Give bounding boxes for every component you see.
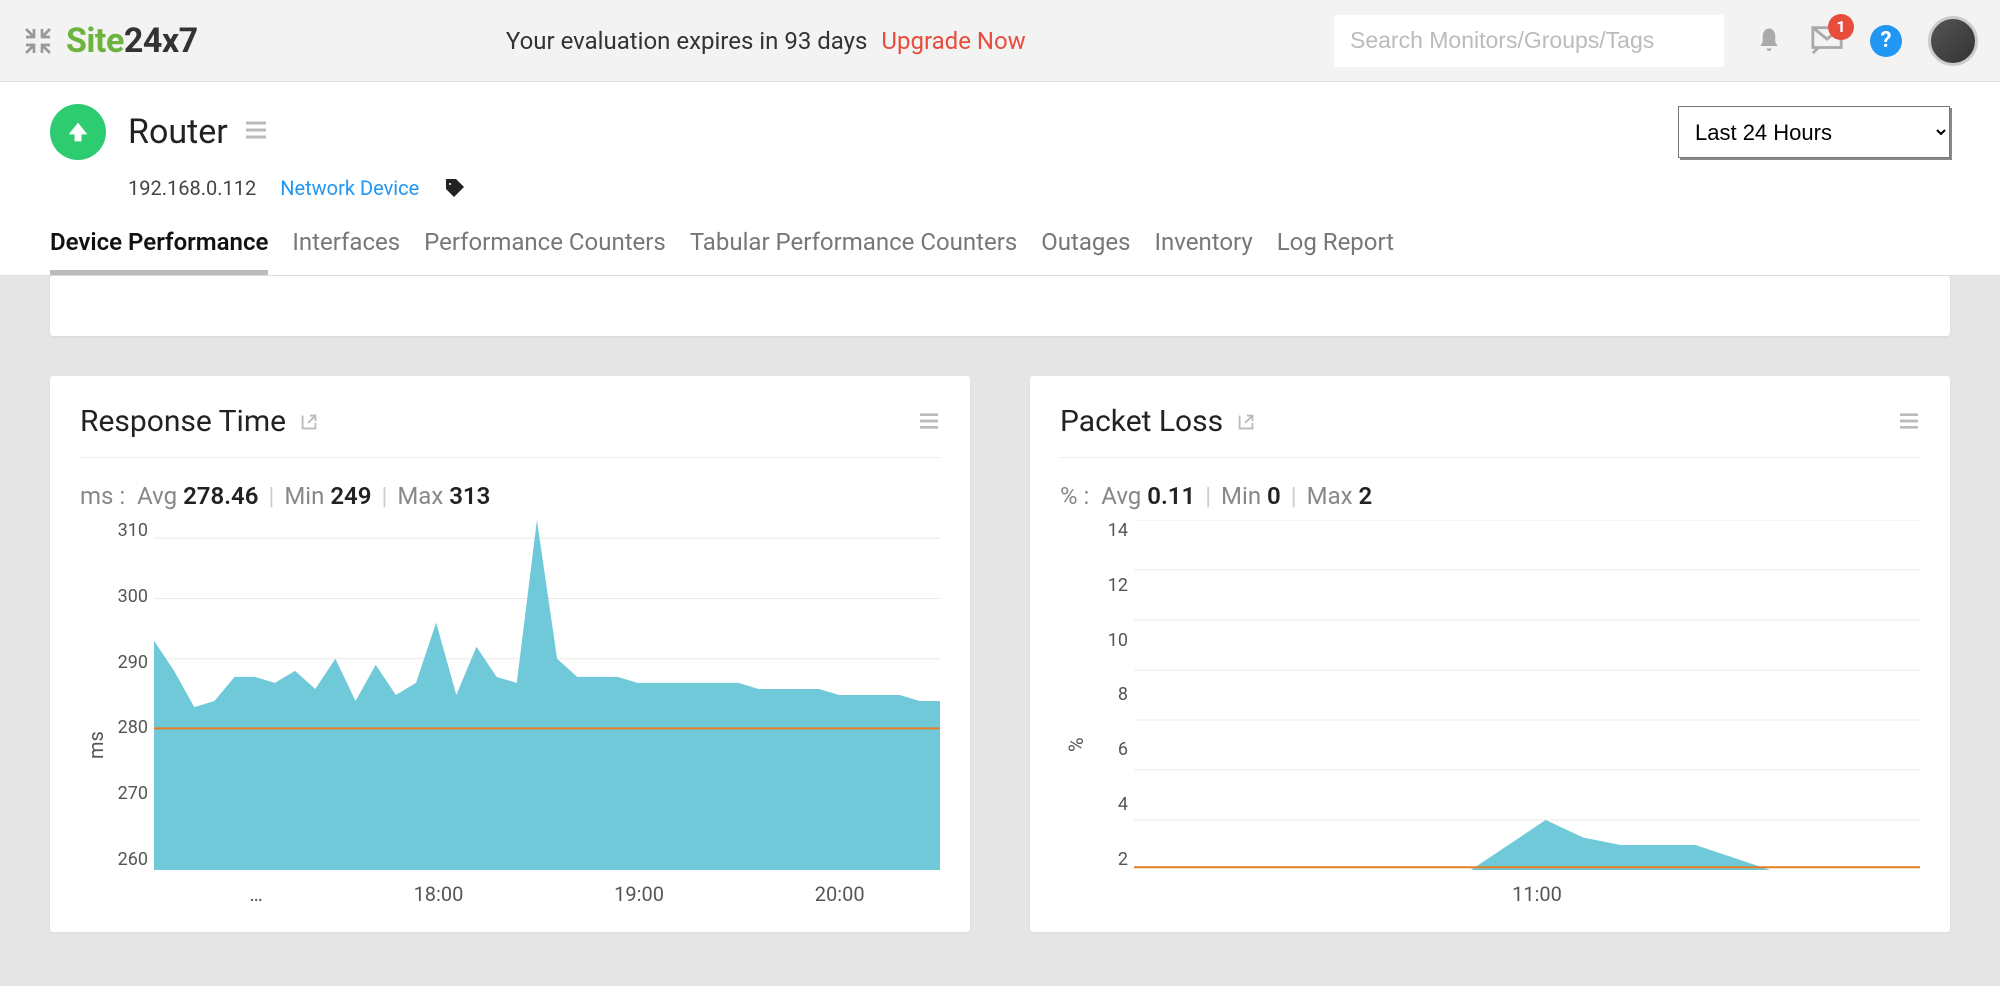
max-value: 313 [449,482,490,510]
title-row: Router Last 24 Hours [50,104,1950,160]
tab-outages[interactable]: Outages [1041,228,1130,275]
plot-area: 11:00 [1134,520,1920,910]
collapse-icon[interactable] [22,25,54,57]
popout-icon[interactable] [298,411,320,433]
card-menu-icon[interactable] [918,408,940,436]
y-axis-ticks: 310300290280270260 [108,520,148,910]
bell-icon[interactable] [1754,26,1784,56]
upgrade-link[interactable]: Upgrade Now [881,27,1025,55]
device-type-link[interactable]: Network Device [280,176,419,200]
card-header: Packet Loss [1060,404,1920,458]
avg-label: Avg [137,482,177,510]
max-label: Max [1307,482,1353,510]
unit-label: ms : [80,482,125,510]
help-icon[interactable]: ? [1870,25,1902,57]
card-packet-loss: Packet Loss % : Avg 0.11|Min 0|Max 2 % 1… [1030,376,1950,932]
page-title: Router [128,112,228,152]
min-label: Min [284,482,324,510]
messages-icon[interactable]: 1 [1810,24,1844,58]
cards-row: Response Time ms : Avg 278.46|Min 249|Ma… [50,376,1950,932]
popout-icon[interactable] [1235,411,1257,433]
tab-device-performance[interactable]: Device Performance [50,228,268,275]
logo[interactable]: Site24x7 [66,21,198,61]
logo-text-dark: 24x7 [124,21,198,61]
main: Response Time ms : Avg 278.46|Min 249|Ma… [0,276,2000,962]
avg-value: 278.46 [183,482,258,510]
x-axis-ticks: …18:0019:0020:00 [154,874,940,914]
avatar[interactable] [1928,16,1978,66]
min-value: 249 [330,482,371,510]
chart-packet-loss: % 1412108642 11:00 [1060,520,1920,910]
card-response-time: Response Time ms : Avg 278.46|Min 249|Ma… [50,376,970,932]
card-header: Response Time [80,404,940,458]
logo-text-green: Site [66,21,124,61]
notification-badge: 1 [1828,14,1854,40]
meta-row: 192.168.0.112 Network Device [128,176,1950,200]
sub-header: Router Last 24 Hours 192.168.0.112 Netwo… [0,82,2000,276]
title-menu-icon[interactable] [244,118,268,146]
min-value: 0 [1267,482,1281,510]
avg-label: Avg [1101,482,1141,510]
ip-address: 192.168.0.112 [128,176,256,200]
top-center: Your evaluation expires in 93 days Upgra… [198,27,1334,55]
tab-inventory[interactable]: Inventory [1154,228,1252,275]
tab-tabular-performance-counters[interactable]: Tabular Performance Counters [690,228,1017,275]
empty-card [50,276,1950,336]
tab-interfaces[interactable]: Interfaces [292,228,400,275]
max-value: 2 [1359,482,1373,510]
chart-response-time: ms 310300290280270260 …18:0019:0020:00 [80,520,940,910]
tab-log-report[interactable]: Log Report [1277,228,1394,275]
card-title: Response Time [80,404,286,439]
top-bar: Site24x7 Your evaluation expires in 93 d… [0,0,2000,82]
unit-label: % : [1060,482,1089,510]
max-label: Max [397,482,443,510]
plot-area: …18:0019:0020:00 [154,520,940,910]
evaluation-text: Your evaluation expires in 93 days [506,27,868,55]
card-menu-icon[interactable] [1898,408,1920,436]
stats-row: ms : Avg 278.46|Min 249|Max 313 [80,482,940,510]
time-range-select[interactable]: Last 24 Hours [1678,106,1950,158]
card-title: Packet Loss [1060,404,1223,439]
status-up-icon [50,104,106,160]
y-axis-label: ms [80,520,108,910]
y-axis-label: % [1060,520,1088,910]
y-axis-ticks: 1412108642 [1088,520,1128,910]
stats-row: % : Avg 0.11|Min 0|Max 2 [1060,482,1920,510]
tab-performance-counters[interactable]: Performance Counters [424,228,666,275]
search-input[interactable] [1334,15,1724,67]
tag-icon[interactable] [443,176,467,200]
min-label: Min [1221,482,1261,510]
top-icons: 1 ? [1754,16,1978,66]
avg-value: 0.11 [1147,482,1195,510]
x-axis-ticks: 11:00 [1134,874,1920,914]
tabs: Device Performance Interfaces Performanc… [50,228,1950,275]
